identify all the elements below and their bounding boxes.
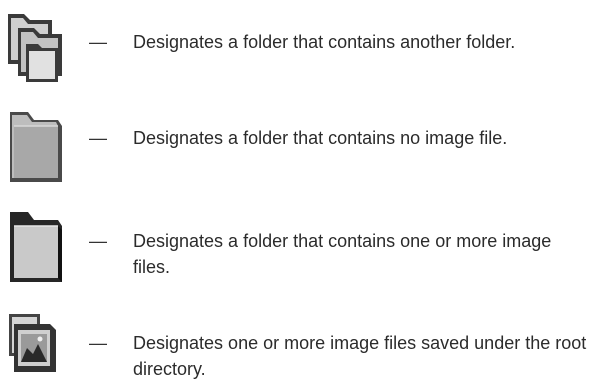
legend-description: Designates a folder that contains anothe… xyxy=(133,32,516,52)
legend-description: Designates a folder that contains no ima… xyxy=(133,128,508,148)
legend-item-empty-folder: — Designates a folder that contains no i… xyxy=(0,98,595,190)
legend-description: Designates a folder that contains one or… xyxy=(133,231,552,277)
folder-with-subfolder-icon xyxy=(0,0,78,82)
legend-dash: — xyxy=(89,128,107,148)
legend-item-folder-with-subfolder: — Designates a folder that contains anot… xyxy=(0,0,595,92)
legend-description: Designates one or more image files saved… xyxy=(133,333,587,379)
legend-item-folder-with-images: — Designates a folder that contains one … xyxy=(0,198,595,298)
image-file-icon xyxy=(0,304,78,384)
legend-dash: — xyxy=(89,32,107,52)
legend-dash: — xyxy=(89,231,107,251)
legend-dash: — xyxy=(89,333,107,353)
legend-item-image-files: — Designates one or more image files sav… xyxy=(0,304,595,379)
folder-with-images-icon xyxy=(0,198,78,282)
empty-folder-icon xyxy=(0,98,78,182)
